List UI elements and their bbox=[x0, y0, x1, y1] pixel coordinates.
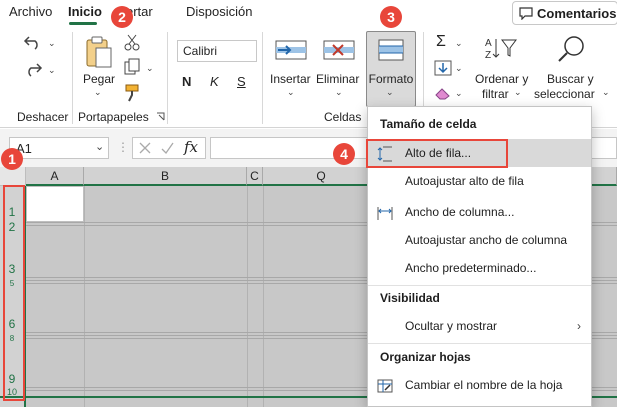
copy-dropdown-chevron[interactable]: ⌄ bbox=[146, 63, 154, 74]
menu-item-autofit-column-width[interactable]: Autoajustar ancho de columna bbox=[368, 226, 591, 254]
clear-dropdown-chevron[interactable]: ⌄ bbox=[455, 88, 463, 99]
gridline bbox=[84, 186, 85, 407]
insert-dropdown-chevron[interactable]: ⌄ bbox=[287, 87, 295, 98]
menu-label-hide-unhide: Ocultar y mostrar bbox=[405, 319, 498, 333]
formula-bar-dots-icon: ⋮ bbox=[117, 140, 129, 154]
font-name-field[interactable]: Calibri bbox=[177, 40, 257, 62]
format-dropdown-chevron: ⌄ bbox=[386, 87, 394, 97]
rename-sheet-icon bbox=[377, 379, 393, 393]
row-headers-highlight bbox=[3, 185, 25, 401]
svg-text:A: A bbox=[485, 38, 492, 49]
menu-separator bbox=[368, 285, 591, 286]
column-header-b[interactable]: B bbox=[84, 167, 247, 186]
menu-separator bbox=[368, 343, 591, 344]
paste-icon[interactable] bbox=[84, 35, 114, 69]
row-height-highlight bbox=[366, 139, 508, 168]
column-header-a[interactable]: A bbox=[26, 167, 84, 186]
menu-item-column-width[interactable]: Ancho de columna... bbox=[368, 198, 591, 226]
sort-label-line2[interactable]: filtrar bbox=[482, 87, 509, 101]
section-cell-size: Tamaño de celda bbox=[380, 117, 477, 131]
active-tab-indicator bbox=[69, 22, 97, 25]
find-label-line1[interactable]: Buscar y bbox=[547, 72, 594, 86]
delete-dropdown-chevron[interactable]: ⌄ bbox=[335, 87, 343, 98]
group-label-cells: Celdas bbox=[324, 110, 362, 124]
name-box-dropdown-chevron[interactable]: ⌄ bbox=[95, 140, 104, 153]
callout-badge-3: 3 bbox=[380, 6, 402, 28]
format-cells-icon bbox=[378, 39, 404, 61]
comment-icon bbox=[519, 6, 533, 20]
sort-filter-icon[interactable]: AZ bbox=[484, 35, 518, 61]
format-label: Formato bbox=[368, 72, 414, 86]
menu-item-rename-sheet[interactable]: Cambiar el nombre de la hoja bbox=[368, 371, 591, 399]
menu-item-default-width[interactable]: Ancho predeterminado... bbox=[368, 254, 591, 282]
menu-item-autofit-row-height[interactable]: Autoajustar alto de fila bbox=[368, 167, 591, 195]
callout-badge-1: 1 bbox=[1, 148, 23, 170]
menu-label-autofit-column-width: Autoajustar ancho de columna bbox=[405, 233, 568, 247]
column-width-icon bbox=[377, 207, 393, 220]
tab-archivo[interactable]: Archivo bbox=[9, 4, 52, 19]
gridline bbox=[247, 186, 248, 407]
fill-dropdown-chevron[interactable]: ⌄ bbox=[455, 63, 463, 74]
menu-item-hide-unhide[interactable]: Ocultar y mostrar › bbox=[368, 312, 591, 340]
menu-label-column-width: Ancho de columna... bbox=[405, 205, 515, 219]
svg-text:Z: Z bbox=[485, 50, 491, 61]
menu-label-autofit-row-height: Autoajustar alto de fila bbox=[405, 174, 524, 188]
paste-label[interactable]: Pegar bbox=[83, 72, 115, 86]
insert-label[interactable]: Insertar bbox=[270, 72, 311, 86]
group-separator bbox=[72, 32, 73, 124]
tab-disposicion[interactable]: Disposición bbox=[186, 4, 252, 19]
cancel-icon[interactable] bbox=[138, 141, 152, 155]
fill-icon[interactable] bbox=[434, 60, 452, 76]
active-cell-a1[interactable] bbox=[26, 186, 84, 222]
clear-icon[interactable] bbox=[434, 86, 452, 100]
name-box[interactable]: A1 bbox=[9, 137, 109, 159]
menu-label-rename-sheet: Cambiar el nombre de la hoja bbox=[405, 378, 563, 392]
clipboard-launcher-icon[interactable] bbox=[156, 112, 165, 121]
autosum-dropdown-chevron[interactable]: ⌄ bbox=[455, 38, 463, 49]
format-painter-icon[interactable] bbox=[124, 84, 142, 102]
enter-icon[interactable] bbox=[160, 141, 174, 155]
tab-inicio[interactable]: Inicio bbox=[68, 4, 102, 19]
insert-cells-icon[interactable] bbox=[274, 37, 308, 63]
find-dropdown-chevron[interactable]: ⌄ bbox=[602, 87, 610, 98]
undo-dropdown-chevron[interactable]: ⌄ bbox=[48, 38, 56, 49]
redo-icon[interactable] bbox=[22, 60, 44, 78]
group-label-undo: Deshacer bbox=[17, 110, 69, 124]
search-icon[interactable] bbox=[556, 34, 586, 64]
menu-label-default-width: Ancho predeterminado... bbox=[405, 261, 537, 275]
italic-button[interactable]: K bbox=[210, 74, 219, 89]
group-separator bbox=[167, 32, 168, 124]
comments-button[interactable]: Comentarios bbox=[512, 1, 617, 25]
sort-dropdown-chevron[interactable]: ⌄ bbox=[514, 87, 522, 98]
section-visibility: Visibilidad bbox=[380, 291, 440, 305]
redo-dropdown-chevron[interactable]: ⌄ bbox=[48, 65, 56, 76]
paste-dropdown-chevron[interactable]: ⌄ bbox=[94, 87, 102, 98]
undo-icon[interactable] bbox=[22, 33, 44, 51]
insert-function-icon[interactable]: fx bbox=[184, 138, 198, 156]
underline-button[interactable]: S bbox=[237, 74, 246, 89]
callout-badge-2: 2 bbox=[111, 6, 133, 28]
bold-button[interactable]: N bbox=[182, 74, 191, 89]
submenu-arrow-icon: › bbox=[577, 319, 581, 333]
group-label-clipboard: Portapapeles bbox=[78, 110, 149, 124]
find-label-line2[interactable]: seleccionar bbox=[534, 87, 595, 101]
callout-badge-4: 4 bbox=[333, 143, 355, 165]
column-header-q[interactable]: Q bbox=[263, 167, 380, 186]
autosum-icon[interactable]: Σ bbox=[436, 33, 446, 51]
sort-label-line1[interactable]: Ordenar y bbox=[475, 72, 528, 86]
delete-label[interactable]: Eliminar bbox=[316, 72, 359, 86]
column-header-c[interactable]: C bbox=[247, 167, 263, 186]
gridline bbox=[263, 186, 264, 407]
group-separator bbox=[262, 32, 263, 124]
delete-cells-icon[interactable] bbox=[322, 37, 356, 63]
copy-icon[interactable] bbox=[124, 58, 140, 76]
section-organize-sheets: Organizar hojas bbox=[380, 350, 471, 364]
comments-label: Comentarios bbox=[537, 5, 617, 21]
cut-icon[interactable] bbox=[124, 34, 140, 52]
